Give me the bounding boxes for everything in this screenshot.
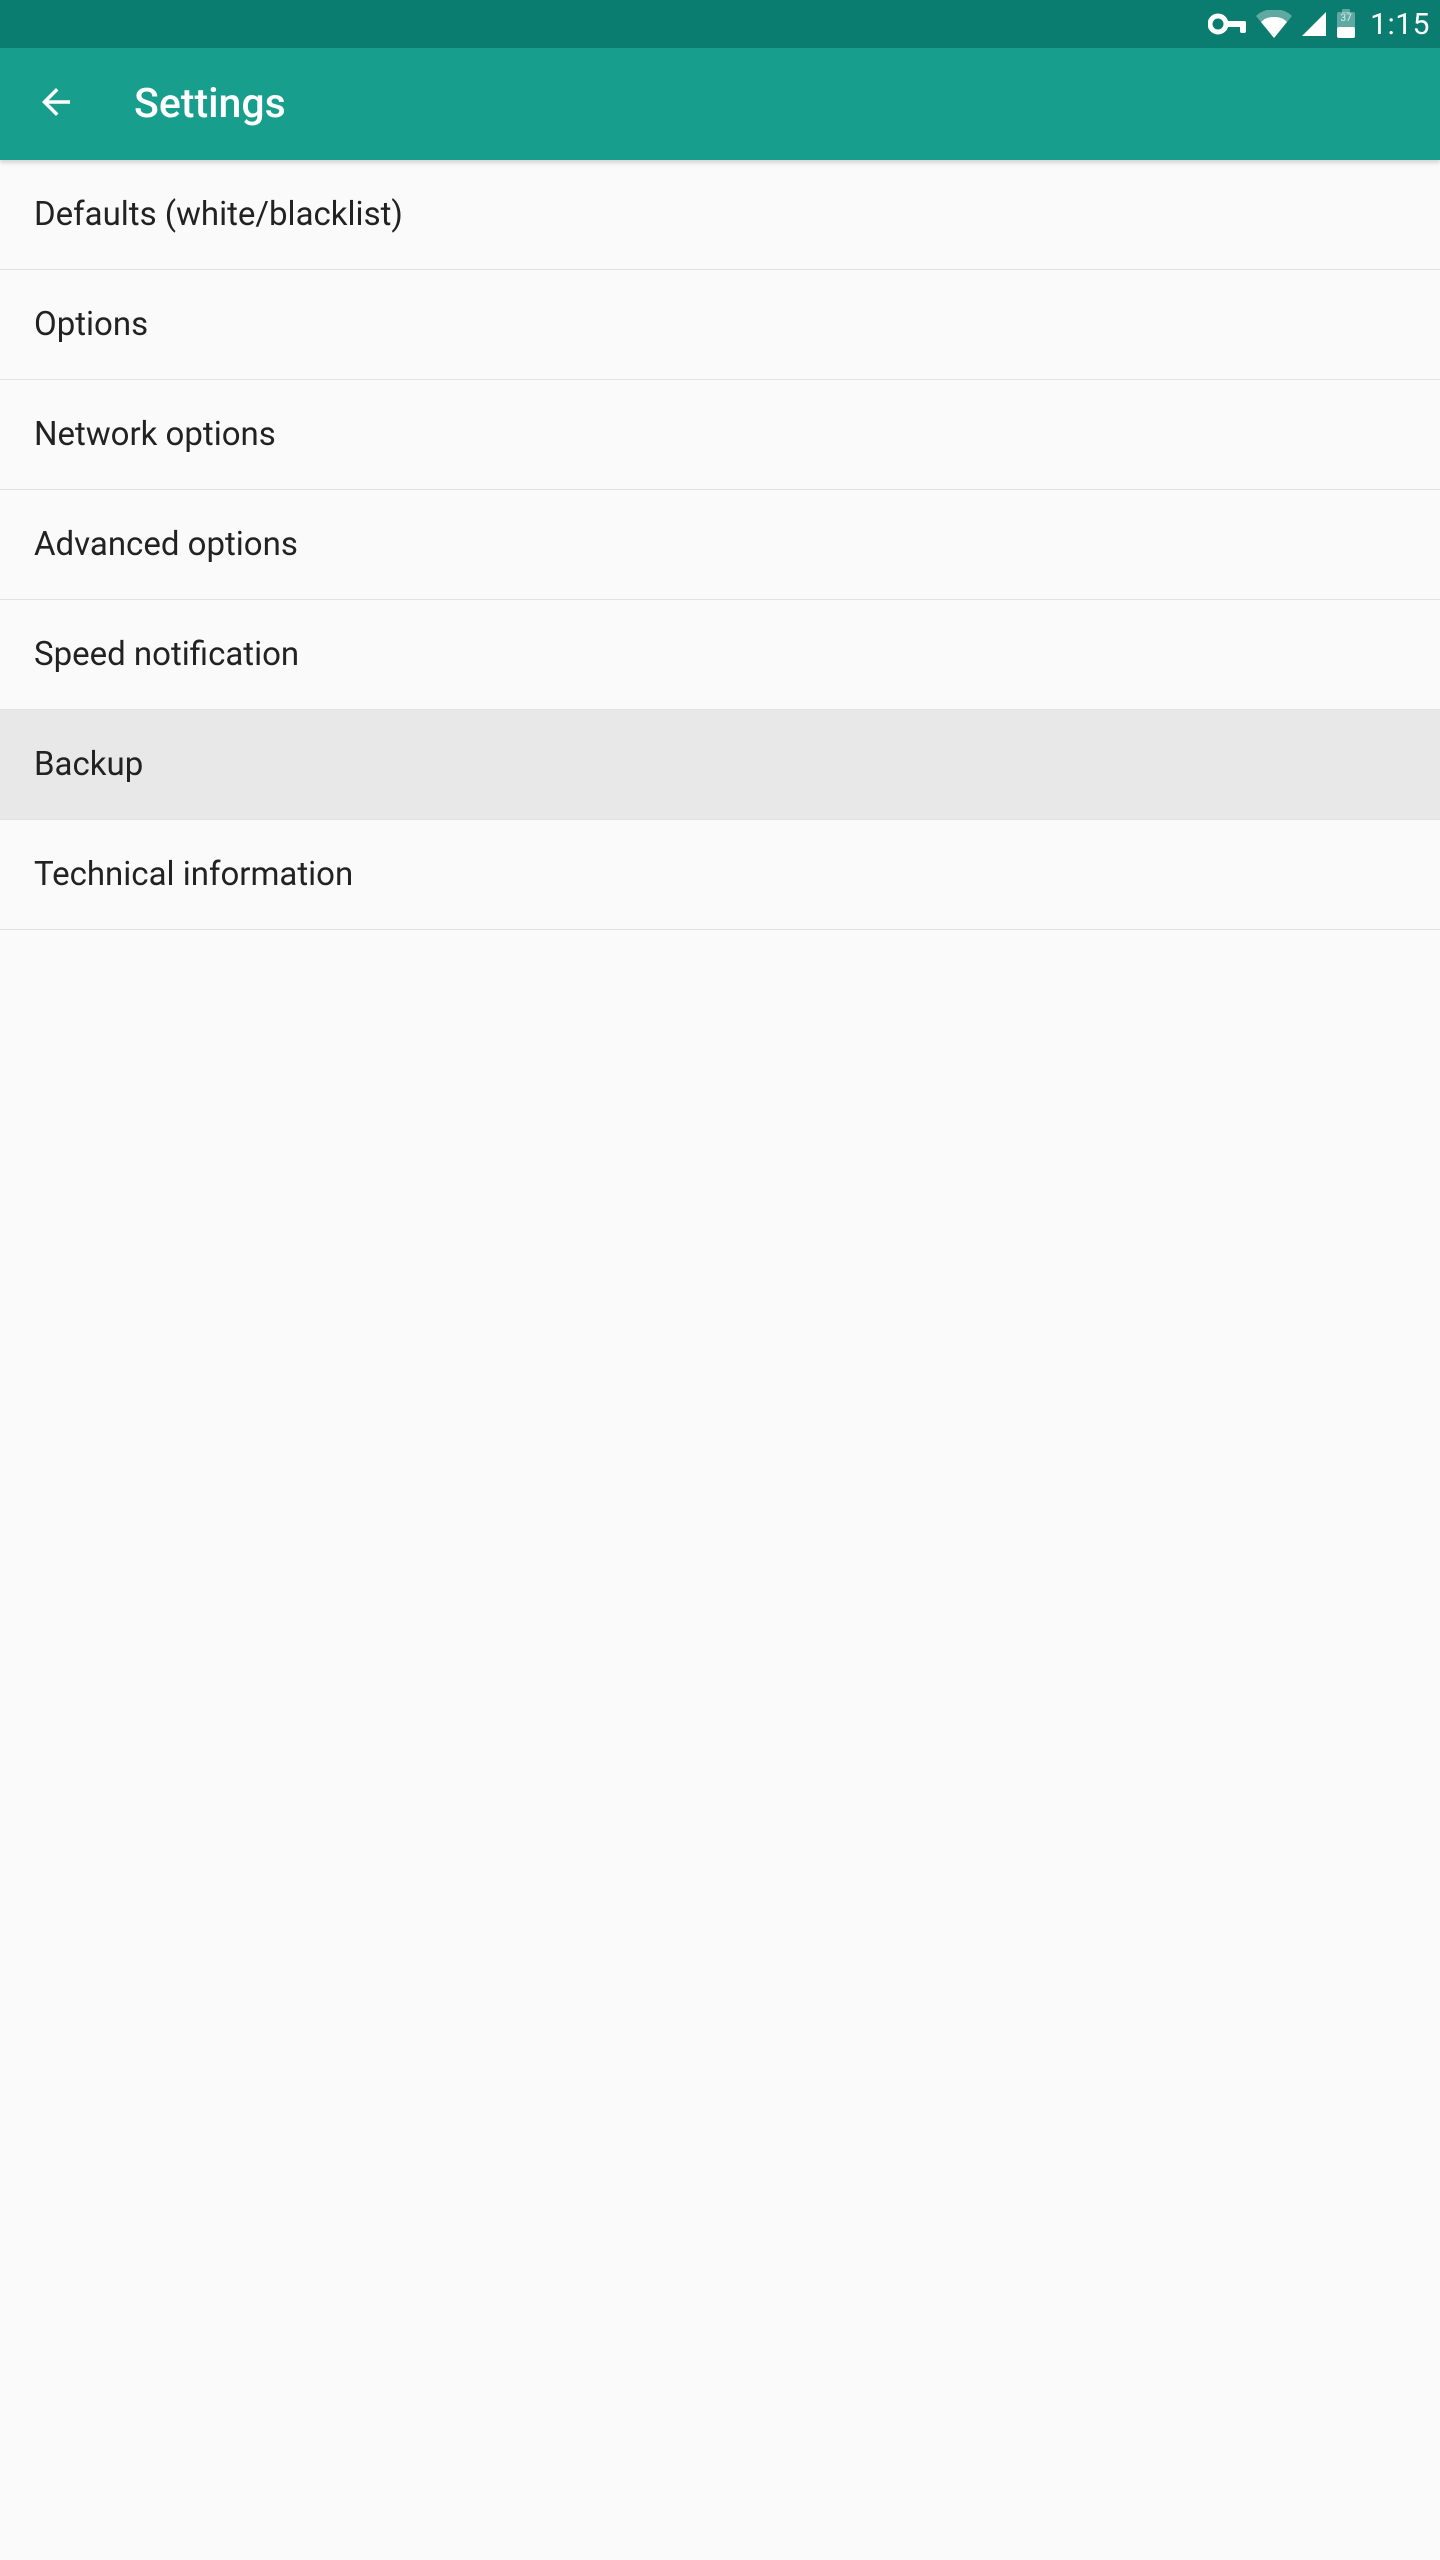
- vpn-key-icon: [1208, 12, 1248, 36]
- settings-item-speed-notification[interactable]: Speed notification: [0, 600, 1440, 710]
- arrow-back-icon: [35, 81, 77, 127]
- settings-item-options[interactable]: Options: [0, 270, 1440, 380]
- settings-item-defaults[interactable]: Defaults (white/blacklist): [0, 160, 1440, 270]
- settings-item-label: Options: [34, 305, 148, 344]
- wifi-icon: [1256, 10, 1292, 38]
- settings-item-label: Advanced options: [34, 525, 298, 564]
- settings-list: Defaults (white/blacklist) Options Netwo…: [0, 160, 1440, 930]
- settings-item-label: Speed notification: [34, 635, 299, 674]
- app-bar: Settings: [0, 48, 1440, 160]
- settings-item-network-options[interactable]: Network options: [0, 380, 1440, 490]
- settings-item-advanced-options[interactable]: Advanced options: [0, 490, 1440, 600]
- battery-icon: 37: [1336, 9, 1356, 39]
- battery-level-label: 37: [1336, 13, 1356, 24]
- settings-item-label: Technical information: [34, 855, 353, 894]
- settings-item-label: Network options: [34, 415, 276, 454]
- status-clock: 1:15: [1370, 7, 1430, 42]
- page-title: Settings: [134, 80, 286, 128]
- status-icons: 37 1:15: [1208, 7, 1430, 42]
- settings-item-label: Backup: [34, 745, 143, 784]
- back-button[interactable]: [26, 74, 86, 134]
- settings-item-technical-information[interactable]: Technical information: [0, 820, 1440, 930]
- settings-item-label: Defaults (white/blacklist): [34, 195, 403, 234]
- cell-signal-icon: [1300, 10, 1328, 38]
- status-bar: 37 1:15: [0, 0, 1440, 48]
- settings-item-backup[interactable]: Backup: [0, 710, 1440, 820]
